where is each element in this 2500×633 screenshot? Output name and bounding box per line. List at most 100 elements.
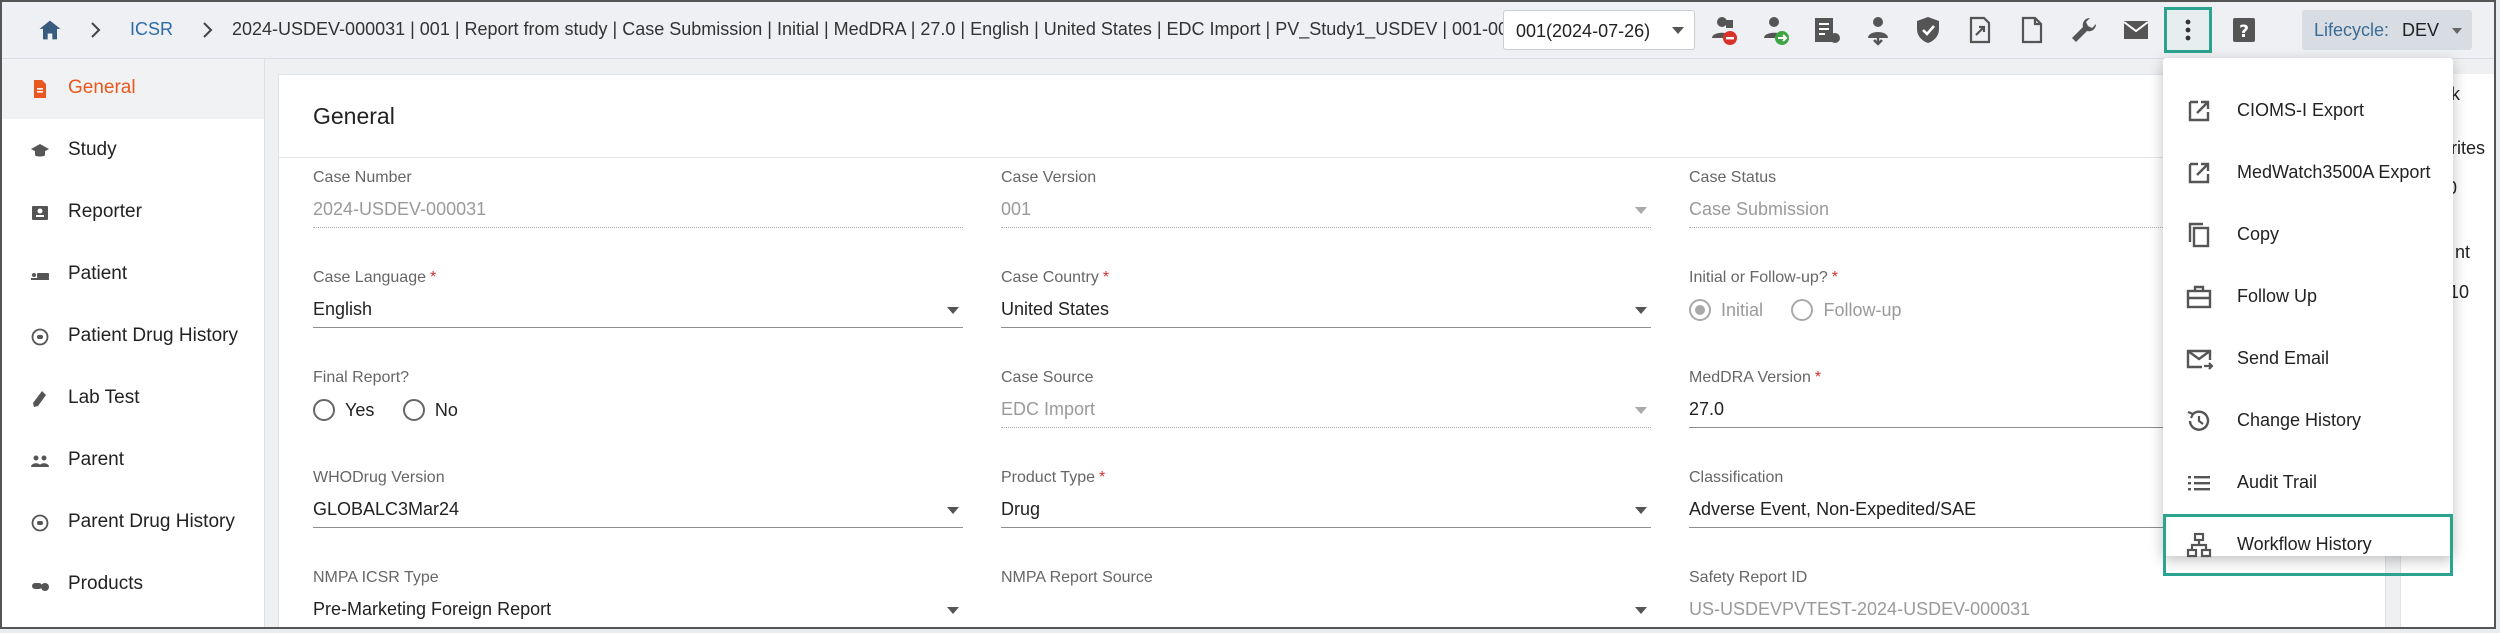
document-icon[interactable] (2016, 14, 2048, 46)
sidebar-item-parent-drug-history[interactable]: Parent Drug History (2, 493, 264, 553)
sidebar-item-reporter[interactable]: Reporter (2, 183, 264, 243)
required-mark: * (429, 269, 437, 286)
menu-item-audit-trail[interactable]: Audit Trail (2163, 452, 2453, 514)
follow-up-radio[interactable]: Follow-up (1791, 299, 1902, 321)
pills-icon (32, 583, 49, 591)
sidebar-item-lab-test[interactable]: Lab Test (2, 369, 264, 429)
required-mark: * (1831, 269, 1838, 286)
workflow-icon (2186, 532, 2212, 558)
sidebar-item-patient-drug-history[interactable]: Patient Drug History (2, 307, 264, 367)
chevron-down-icon (1635, 307, 1647, 314)
radio-empty-icon (402, 399, 425, 421)
download-user-icon[interactable] (1862, 14, 1894, 46)
sidebar-item-label: Patient (68, 263, 128, 284)
menu-item-medwatch-export[interactable]: MedWatch3500A Export (2163, 142, 2453, 204)
menu-item-workflow-history[interactable]: Workflow History (2163, 514, 2453, 576)
id-card-icon (32, 206, 48, 220)
field-underline (313, 227, 963, 228)
menu-item-change-history[interactable]: Change History (2163, 390, 2453, 452)
radio-selected-icon (1689, 299, 1711, 321)
case-version-select-value: 001(2024-07-26) (1516, 21, 1651, 41)
lifecycle-select[interactable]: Lifecycle: DEV (2302, 10, 2472, 50)
history-drug-icon (31, 328, 49, 346)
nmpa-report-source-label: NMPA Report Source (1001, 569, 1153, 586)
report-icon[interactable] (1810, 14, 1842, 46)
menu-item-label: Audit Trail (2237, 472, 2318, 492)
divider (279, 157, 2385, 158)
menu-item-label: Send Email (2237, 348, 2330, 368)
field-underline (1001, 427, 1651, 428)
open-external-icon (2188, 162, 2210, 184)
chevron-down-icon (1635, 607, 1647, 614)
shield-check-icon[interactable] (1912, 14, 1944, 46)
breadcrumb-case-path: 2024-USDEV-000031 | 001 | Report from st… (232, 19, 1519, 39)
required-mark: * (1102, 269, 1110, 286)
product-type-label: Product Type * (1001, 469, 1106, 486)
case-source-value: EDC Import (1001, 399, 1096, 419)
field-underline (1001, 627, 1651, 628)
required-mark: * (1814, 369, 1822, 386)
breadcrumb-icsr-link[interactable]: ICSR (130, 19, 173, 40)
case-status-label: Case Status (1689, 169, 1777, 186)
sidebar-item-label: Parent Drug History (68, 511, 235, 532)
svg-text:?: ? (2239, 22, 2249, 42)
menu-item-label: Workflow History (2237, 534, 2372, 554)
case-version-value: 001 (1001, 199, 1032, 219)
help-icon[interactable]: ? (2228, 14, 2260, 46)
chevron-down-icon (1635, 507, 1647, 514)
field-underline (1001, 527, 1651, 528)
assign-user-icon[interactable] (1760, 14, 1792, 46)
nmpa-icsr-type-label: NMPA ICSR Type (313, 569, 439, 586)
home-icon[interactable] (36, 16, 64, 44)
panel-text: rites (2451, 138, 2486, 158)
menu-item-label: CIOMS-I Export (2237, 100, 2365, 120)
sidebar-item-study[interactable]: Study (2, 121, 264, 181)
radio-label: Yes (345, 399, 375, 420)
menu-item-cioms-export[interactable]: CIOMS-I Export (2163, 80, 2453, 142)
radio-empty-icon (1791, 299, 1814, 321)
chevron-down-icon (2452, 28, 2462, 34)
final-report-yes-radio[interactable]: Yes (313, 399, 374, 421)
history-drug-icon (31, 514, 49, 532)
initial-followup-radio-group: Initial Follow-up (1689, 299, 1926, 327)
case-version-select[interactable]: 001(2024-07-26) (1503, 10, 1695, 50)
case-country-value: United States (1001, 299, 1110, 319)
sidebar-item-label: Reporter (68, 201, 142, 222)
send-mail-icon (2186, 349, 2213, 370)
case-number-value: 2024-USDEV-000031 (313, 199, 487, 219)
top-toolbar: ICSR 2024-USDEV-000031 | 001 | Report fr… (2, 2, 2494, 59)
lab-icon (33, 391, 46, 407)
sidebar-item-patient[interactable]: Patient (2, 245, 264, 305)
field-underline (313, 627, 963, 628)
final-report-label: Final Report? (313, 369, 410, 386)
sidebar-item-products[interactable]: Products (2, 555, 264, 615)
sidebar-item-label: Patient Drug History (68, 325, 239, 346)
classification-label: Classification (1689, 469, 1784, 486)
sidebar-item-label: Parent (68, 449, 124, 470)
menu-item-label: MedWatch3500A Export (2237, 162, 2431, 182)
menu-item-copy[interactable]: Copy (2163, 204, 2453, 266)
chevron-down-icon (947, 307, 959, 314)
field-underline (1001, 327, 1651, 328)
remove-user-icon[interactable] (1708, 14, 1740, 46)
case-number-label: Case Number (313, 169, 412, 186)
more-options-button[interactable] (2164, 7, 2212, 53)
final-report-no-radio[interactable]: No (402, 399, 458, 421)
more-vert-icon (2185, 19, 2191, 41)
sidebar-item-general[interactable]: General (2, 59, 264, 119)
menu-item-follow-up[interactable]: Follow Up (2163, 266, 2453, 328)
export-doc-icon[interactable] (1964, 14, 1996, 46)
wrench-icon[interactable] (2068, 14, 2100, 46)
open-external-icon (2188, 100, 2210, 122)
radio-empty-icon (313, 399, 335, 421)
initial-radio[interactable]: Initial (1689, 299, 1763, 321)
menu-item-send-email[interactable]: Send Email (2163, 328, 2453, 390)
graduation-cap-icon (31, 144, 49, 157)
chevron-down-icon (1635, 207, 1647, 214)
sidebar-item-parent[interactable]: Parent (2, 431, 264, 491)
safety-report-id-value: US-USDEVPVTEST-2024-USDEV-000031 (1689, 599, 2031, 619)
meddra-version-value: 27.0 (1689, 399, 1725, 419)
product-type-value: Drug (1001, 499, 1041, 519)
chevron-down-icon (1635, 407, 1647, 414)
mail-icon[interactable] (2120, 14, 2152, 46)
